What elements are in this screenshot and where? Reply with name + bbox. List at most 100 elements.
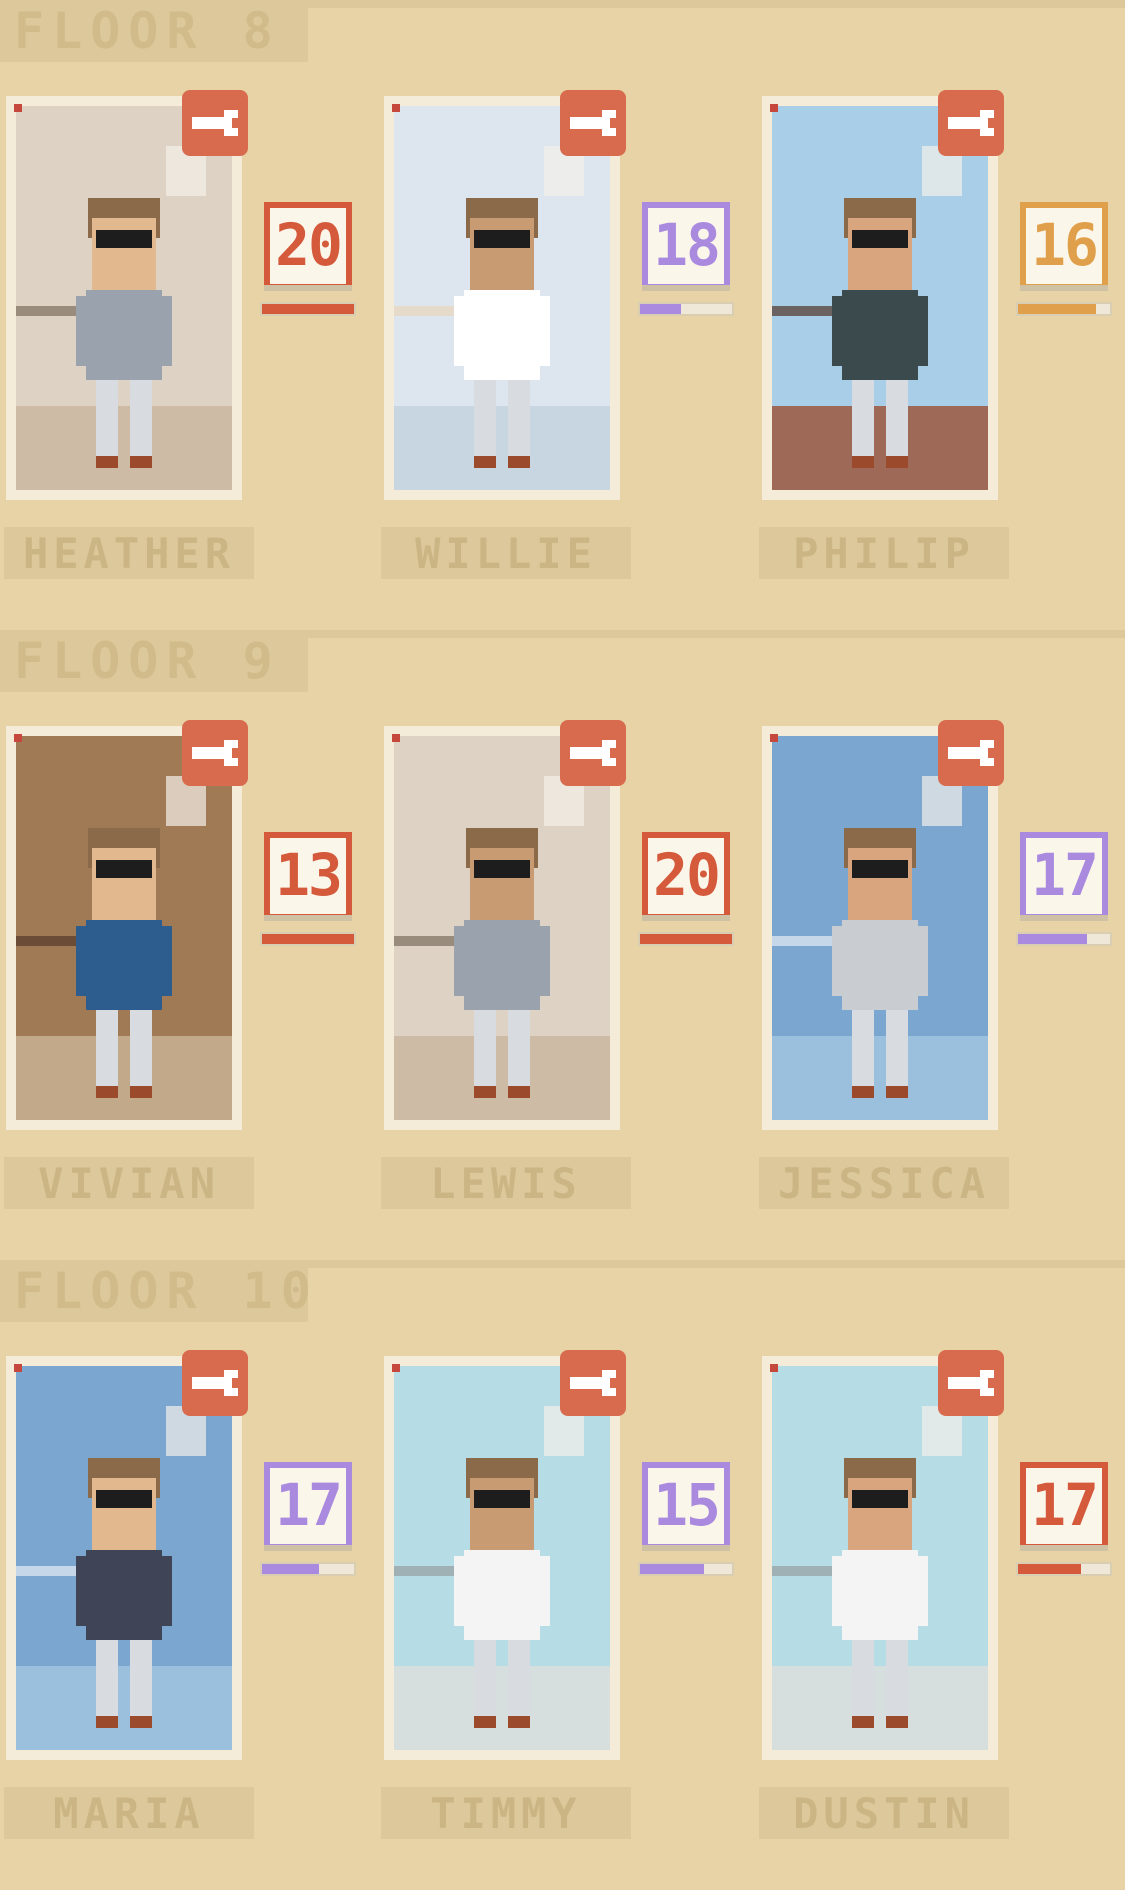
evict-button[interactable] xyxy=(182,90,248,156)
name-plate: PHILIP xyxy=(759,527,1009,579)
level-progress-bar xyxy=(260,302,356,316)
level-number: 17 xyxy=(1031,1471,1099,1539)
level-progress-fill xyxy=(262,304,354,314)
name-plate: TIMMY xyxy=(381,1787,631,1839)
status-dot xyxy=(14,104,22,112)
resident-name: TIMMY xyxy=(430,1789,582,1838)
evict-button[interactable] xyxy=(560,1350,626,1416)
evict-button[interactable] xyxy=(182,720,248,786)
resident-card[interactable] xyxy=(762,1356,998,1760)
resident-card[interactable] xyxy=(384,96,620,500)
level-badge-shadow xyxy=(642,1545,730,1551)
level-progress-fill xyxy=(640,934,732,944)
level-badge: 17 xyxy=(1020,832,1108,920)
wrench-icon xyxy=(946,1358,996,1408)
level-number: 18 xyxy=(653,211,721,279)
name-plate: DUSTIN xyxy=(759,1787,1009,1839)
resident-card[interactable] xyxy=(6,96,242,500)
level-badge: 20 xyxy=(642,832,730,920)
name-plate: JESSICA xyxy=(759,1157,1009,1209)
level-badge: 18 xyxy=(642,202,730,290)
level-progress-fill xyxy=(262,934,354,944)
floor-title: FLOOR 9 xyxy=(14,632,281,690)
resident-portrait xyxy=(16,736,232,1120)
resident-name: WILLIE xyxy=(415,529,597,578)
level-badge: 16 xyxy=(1020,202,1108,290)
name-plate: WILLIE xyxy=(381,527,631,579)
level-progress-bar xyxy=(1016,1562,1112,1576)
floor-tab: FLOOR 10 xyxy=(0,1260,311,1322)
evict-button[interactable] xyxy=(560,90,626,156)
tower-residents-screen: FLOOR 8 20 HEATHER 18 WILLIE 16 PHILIP F… xyxy=(0,0,1125,1839)
resident-card[interactable] xyxy=(762,96,998,500)
resident-name: VIVIAN xyxy=(38,1159,220,1208)
status-dot xyxy=(770,734,778,742)
level-badge: 20 xyxy=(264,202,352,290)
resident-portrait xyxy=(16,1366,232,1750)
resident-card[interactable] xyxy=(384,1356,620,1760)
level-badge-shadow xyxy=(642,915,730,921)
level-progress-fill xyxy=(1018,934,1087,944)
level-badge-shadow xyxy=(1020,285,1108,291)
status-dot xyxy=(770,104,778,112)
floor-title: FLOOR 10 xyxy=(14,1262,319,1320)
level-progress-bar xyxy=(638,1562,734,1576)
wrench-icon xyxy=(190,1358,240,1408)
floor-section: FLOOR 9 13 VIVIAN 20 LEWIS 17 JESSICA xyxy=(0,630,1125,1260)
resident-name: MARIA xyxy=(53,1789,205,1838)
level-number: 20 xyxy=(653,841,721,909)
resident-card[interactable] xyxy=(762,726,998,1130)
resident-name: JESSICA xyxy=(777,1159,990,1208)
evict-button[interactable] xyxy=(938,720,1004,786)
evict-button[interactable] xyxy=(938,1350,1004,1416)
resident-portrait xyxy=(16,106,232,490)
level-number: 17 xyxy=(1031,841,1099,909)
status-dot xyxy=(392,734,400,742)
level-badge: 13 xyxy=(264,832,352,920)
resident-name: LEWIS xyxy=(430,1159,582,1208)
level-badge: 17 xyxy=(1020,1462,1108,1550)
resident-portrait xyxy=(394,1366,610,1750)
resident-card[interactable] xyxy=(6,1356,242,1760)
wrench-icon xyxy=(568,728,618,778)
status-dot xyxy=(14,734,22,742)
wrench-icon xyxy=(568,98,618,148)
wrench-icon xyxy=(190,728,240,778)
resident-portrait xyxy=(394,736,610,1120)
status-dot xyxy=(14,1364,22,1372)
name-plate: LEWIS xyxy=(381,1157,631,1209)
level-badge-shadow xyxy=(642,285,730,291)
level-number: 17 xyxy=(275,1471,343,1539)
resident-portrait xyxy=(394,106,610,490)
name-plate: MARIA xyxy=(4,1787,254,1839)
level-progress-bar xyxy=(1016,932,1112,946)
evict-button[interactable] xyxy=(560,720,626,786)
level-number: 20 xyxy=(275,211,343,279)
resident-card[interactable] xyxy=(6,726,242,1130)
evict-button[interactable] xyxy=(182,1350,248,1416)
resident-name: DUSTIN xyxy=(793,1789,975,1838)
level-badge-shadow xyxy=(264,1545,352,1551)
level-progress-fill xyxy=(1018,1564,1081,1574)
level-badge-shadow xyxy=(264,915,352,921)
name-plate: HEATHER xyxy=(4,527,254,579)
resident-portrait xyxy=(772,106,988,490)
floor-tab: FLOOR 9 xyxy=(0,630,308,692)
resident-portrait xyxy=(772,736,988,1120)
level-number: 15 xyxy=(653,1471,721,1539)
wrench-icon xyxy=(946,98,996,148)
name-plate: VIVIAN xyxy=(4,1157,254,1209)
floor-section: FLOOR 8 20 HEATHER 18 WILLIE 16 PHILIP xyxy=(0,0,1125,630)
floor-title: FLOOR 8 xyxy=(14,2,281,60)
level-progress-bar xyxy=(260,932,356,946)
level-progress-bar xyxy=(638,932,734,946)
level-badge-shadow xyxy=(1020,1545,1108,1551)
resident-card[interactable] xyxy=(384,726,620,1130)
status-dot xyxy=(392,1364,400,1372)
status-dot xyxy=(392,104,400,112)
level-progress-bar xyxy=(260,1562,356,1576)
wrench-icon xyxy=(568,1358,618,1408)
level-badge-shadow xyxy=(264,285,352,291)
evict-button[interactable] xyxy=(938,90,1004,156)
wrench-icon xyxy=(190,98,240,148)
